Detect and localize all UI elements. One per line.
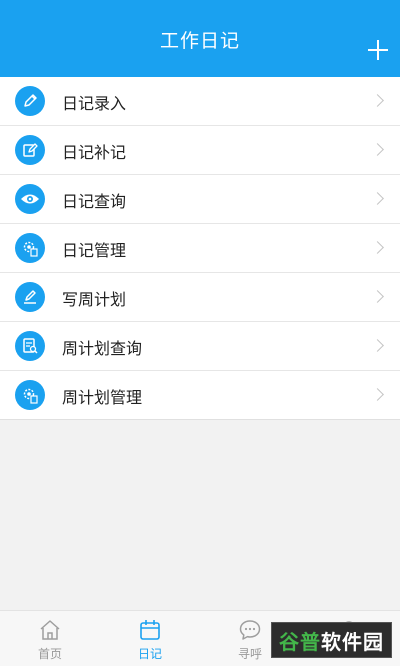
menu-item-label: 写周计划: [62, 290, 127, 309]
eye-icon: [15, 184, 45, 214]
menu-item-label: 日记查询: [62, 192, 127, 211]
chevron-right-icon: [371, 388, 384, 401]
watermark-text: 软件园: [321, 629, 384, 654]
doc-search-icon: [15, 331, 45, 361]
add-button[interactable]: [368, 40, 388, 60]
menu-item-diary-manage[interactable]: 日记管理: [0, 224, 400, 273]
menu-list: 日记录入 日记补记 日记查询 日记管理 写周计划 周计划查询 周计划管理: [0, 77, 400, 420]
pencil-icon: [15, 86, 45, 116]
menu-item-label: 周计划查询: [62, 339, 143, 358]
chevron-right-icon: [371, 241, 384, 254]
tab-home[interactable]: 首页: [0, 611, 100, 666]
edit-note-icon: [15, 135, 45, 165]
chevron-right-icon: [371, 94, 384, 107]
chevron-right-icon: [371, 339, 384, 352]
menu-item-diary-query[interactable]: 日记查询: [0, 175, 400, 224]
app-header: 工作日记: [0, 0, 400, 77]
menu-item-write-weekly-plan[interactable]: 写周计划: [0, 273, 400, 322]
watermark-logo: 谷普 软件园: [271, 622, 392, 658]
tab-label: 日记: [137, 647, 162, 661]
chevron-right-icon: [371, 192, 384, 205]
menu-item-diary-entry[interactable]: 日记录入: [0, 77, 400, 126]
chevron-right-icon: [371, 290, 384, 303]
chat-icon: [239, 620, 261, 640]
gear-doc-icon: [15, 233, 45, 263]
menu-item-weekly-plan-query[interactable]: 周计划查询: [0, 322, 400, 371]
menu-item-weekly-plan-manage[interactable]: 周计划管理: [0, 371, 400, 420]
page-title: 工作日记: [159, 30, 240, 52]
menu-item-label: 日记录入: [62, 94, 127, 113]
tab-label: 首页: [37, 647, 62, 661]
menu-item-label: 日记补记: [62, 143, 127, 162]
tab-diary[interactable]: 日记: [100, 611, 200, 666]
gear-doc-icon: [15, 380, 45, 410]
chevron-right-icon: [371, 143, 384, 156]
menu-item-diary-supplement[interactable]: 日记补记: [0, 126, 400, 175]
menu-item-label: 日记管理: [62, 241, 127, 260]
menu-item-label: 周计划管理: [62, 388, 143, 407]
home-icon: [40, 620, 60, 640]
watermark-text: 谷普: [279, 629, 321, 654]
write-pen-icon: [15, 282, 45, 312]
calendar-icon: [140, 620, 160, 640]
